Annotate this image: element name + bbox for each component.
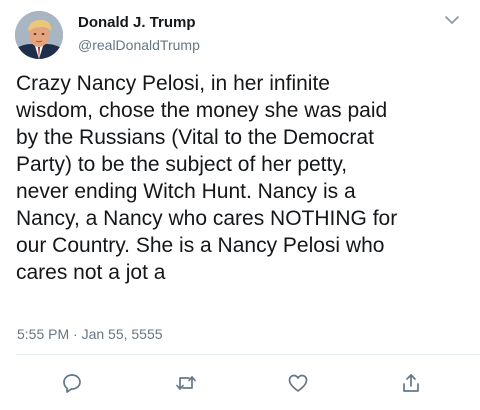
tweet-text-line: Party) to be the subject of her petty,: [16, 153, 348, 176]
author-handle[interactable]: @realDonaldTrump: [78, 36, 200, 54]
profile-photo: [15, 11, 63, 59]
retweet-icon: [176, 376, 196, 390]
tweet-text-line: our Country. She is a Nancy Pelosi who: [16, 234, 385, 257]
reply-button[interactable]: [61, 372, 83, 394]
tweet-text-line: by the Russians (Vital to the Democrat: [16, 126, 374, 149]
share-icon: [403, 374, 419, 392]
tweet-text-line: wisdom, chose the money she was paid: [16, 99, 388, 122]
like-button[interactable]: [287, 372, 309, 394]
reply-icon: [63, 374, 81, 393]
author-block[interactable]: Donald J. Trump @realDonaldTrump: [78, 14, 200, 54]
tweet-text-line: Nancy, a Nancy who cares NOTHING for: [16, 207, 398, 230]
retweet-button[interactable]: [175, 372, 197, 394]
chevron-down-icon[interactable]: [444, 13, 460, 25]
author-display-name[interactable]: Donald J. Trump: [78, 14, 200, 32]
tweet-text-line: cares not a jot a: [16, 261, 166, 284]
tweet-text: Crazy Nancy Pelosi, in her infinite wisd…: [16, 70, 471, 286]
tweet-card: Donald J. Trump @realDonaldTrump Crazy N…: [0, 0, 480, 410]
share-button[interactable]: [400, 372, 422, 394]
divider: [16, 354, 480, 355]
avatar[interactable]: [15, 11, 63, 59]
timestamp[interactable]: 5:55 PM · Jan 55, 5555: [17, 325, 163, 343]
tweet-text-line: Crazy Nancy Pelosi, in her infinite: [16, 72, 330, 95]
heart-icon: [288, 374, 308, 392]
tweet-text-line: never ending Witch Hunt. Nancy is a: [16, 180, 356, 203]
